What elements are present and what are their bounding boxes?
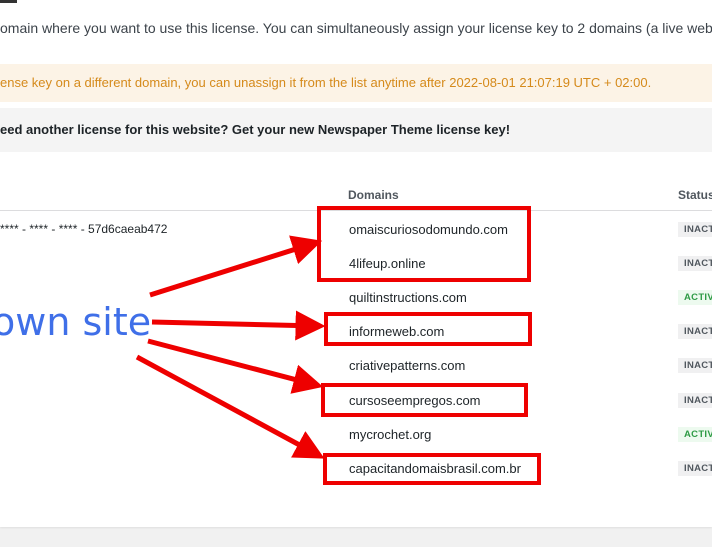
arrow <box>135 354 325 459</box>
arrow <box>151 310 326 341</box>
arrow <box>149 235 323 298</box>
annotation-label: own site <box>0 300 152 344</box>
annotation-arrows <box>135 235 326 459</box>
